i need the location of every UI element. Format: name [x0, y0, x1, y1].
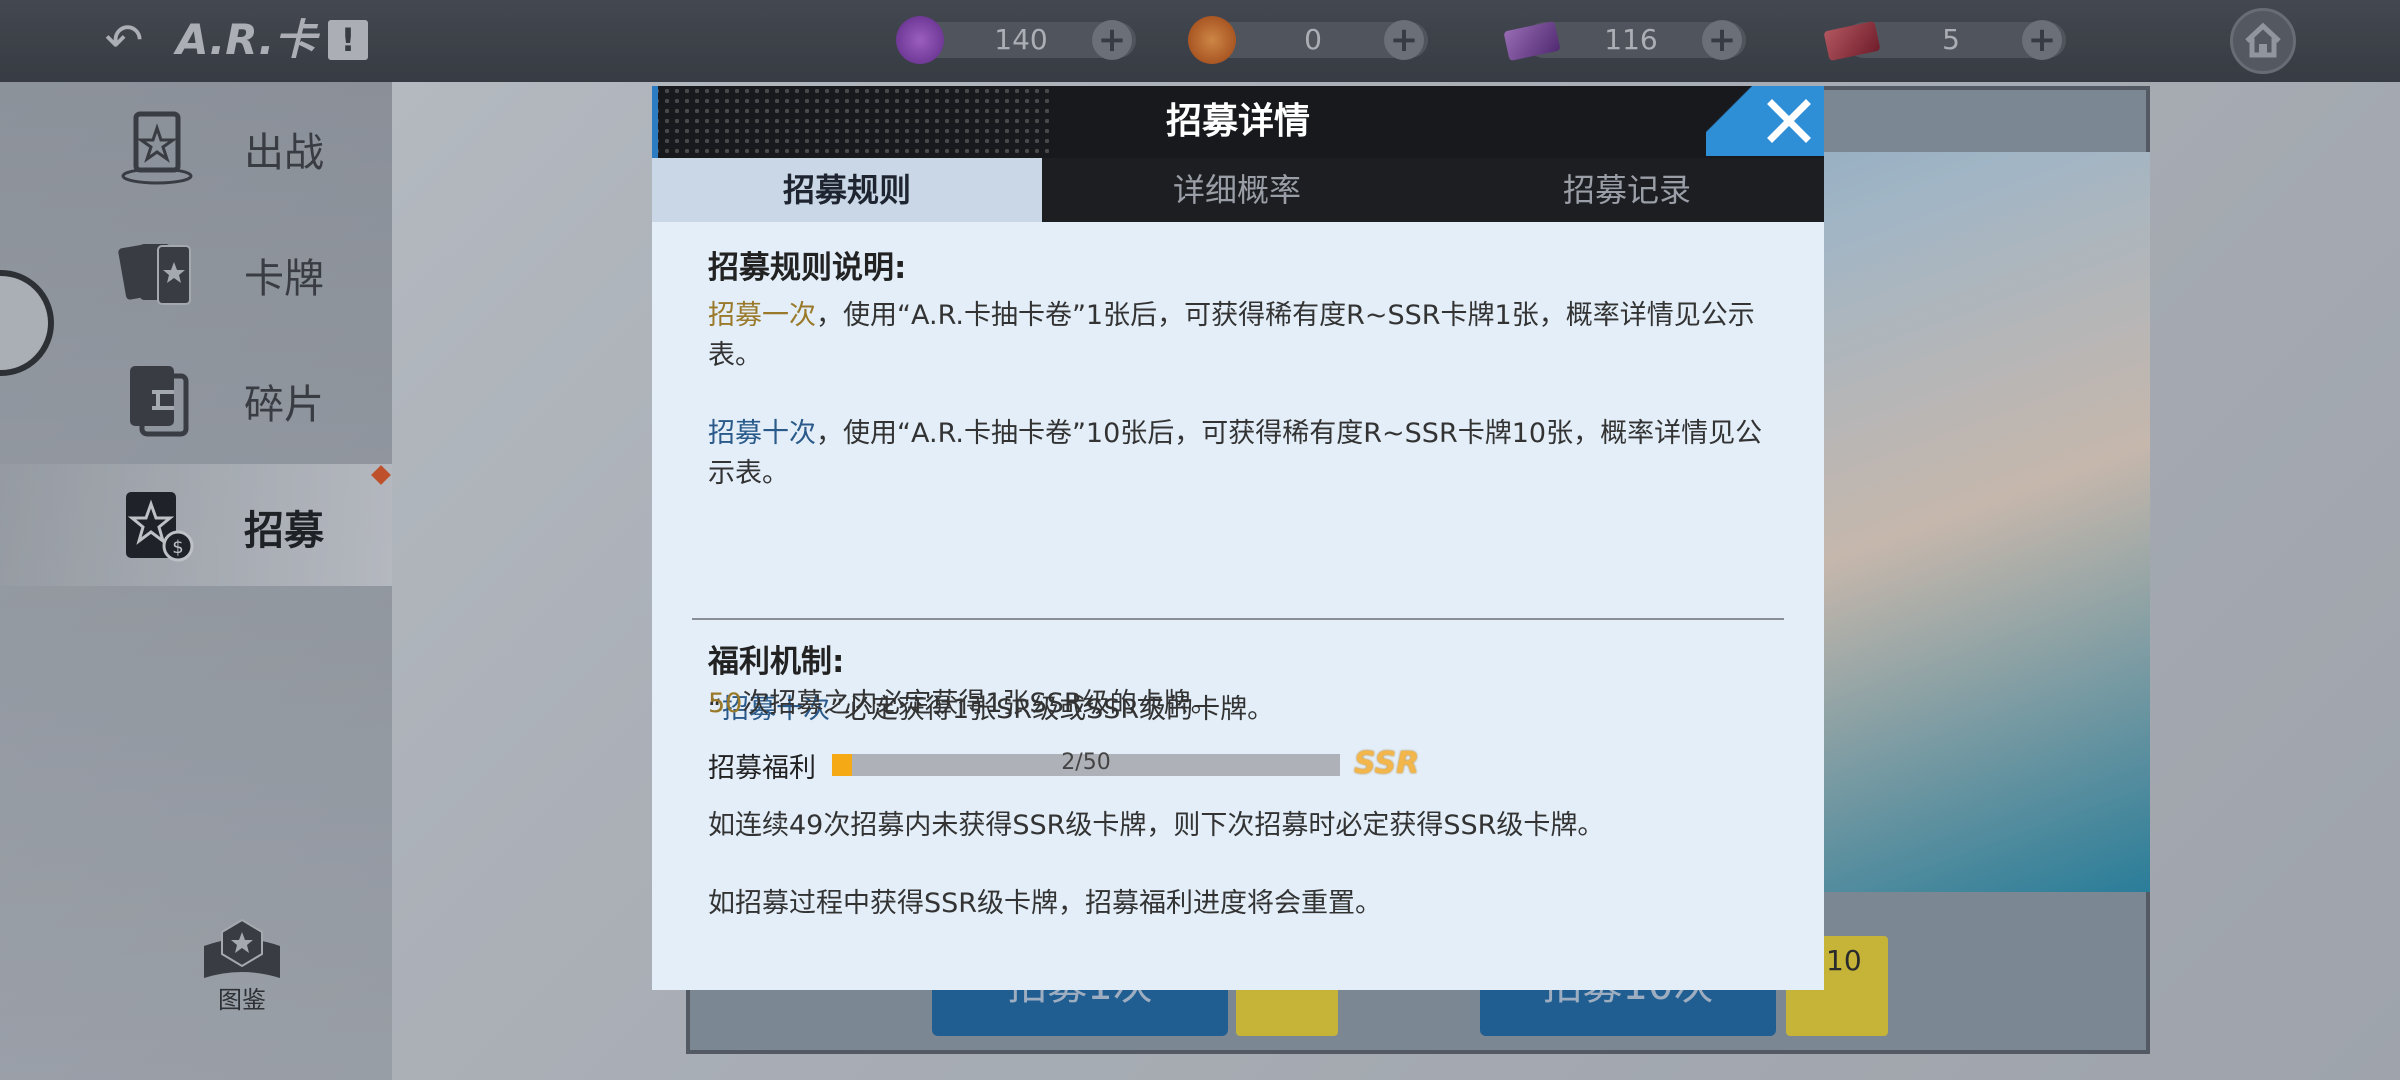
welfare-fifty-key: 50 [708, 688, 743, 719]
dialog-title: 招募详情 [1165, 101, 1310, 142]
close-icon [1767, 99, 1811, 143]
welfare-progress-bar: 2/50 [832, 750, 1340, 776]
close-button[interactable] [1706, 86, 1824, 156]
tab-history[interactable]: 招募记录 [1432, 158, 1822, 222]
dialog-header: 招募详情 [652, 86, 1824, 158]
welfare-reset-text: 如招募过程中获得SSR级卡牌，招募福利进度将会重置。 [708, 888, 1383, 919]
welfare-section: 50次招募之内必定获得1张SSR级的卡牌。 招募福利 2/50 SSR 如连续4… [652, 222, 1824, 990]
welfare-fifty-body: 次招募之内必定获得1张SSR级的卡牌。 [742, 688, 1218, 719]
welfare-fifty-text: 50次招募之内必定获得1张SSR级的卡牌。 [708, 684, 1768, 724]
welfare-pity-text: 如连续49次招募内未获得SSR级卡牌，则下次招募时必定获得SSR级卡牌。 [708, 810, 1605, 841]
dialog-tabs: 招募规则 详细概率 招募记录 [652, 158, 1824, 222]
ssr-badge: SSR [1354, 746, 1420, 781]
welfare-progress-text: 2/50 [1061, 750, 1111, 775]
tab-probability[interactable]: 详细概率 [1042, 158, 1432, 222]
welfare-progress-label: 招募福利 [708, 753, 816, 784]
tab-rules[interactable]: 招募规则 [652, 158, 1042, 222]
